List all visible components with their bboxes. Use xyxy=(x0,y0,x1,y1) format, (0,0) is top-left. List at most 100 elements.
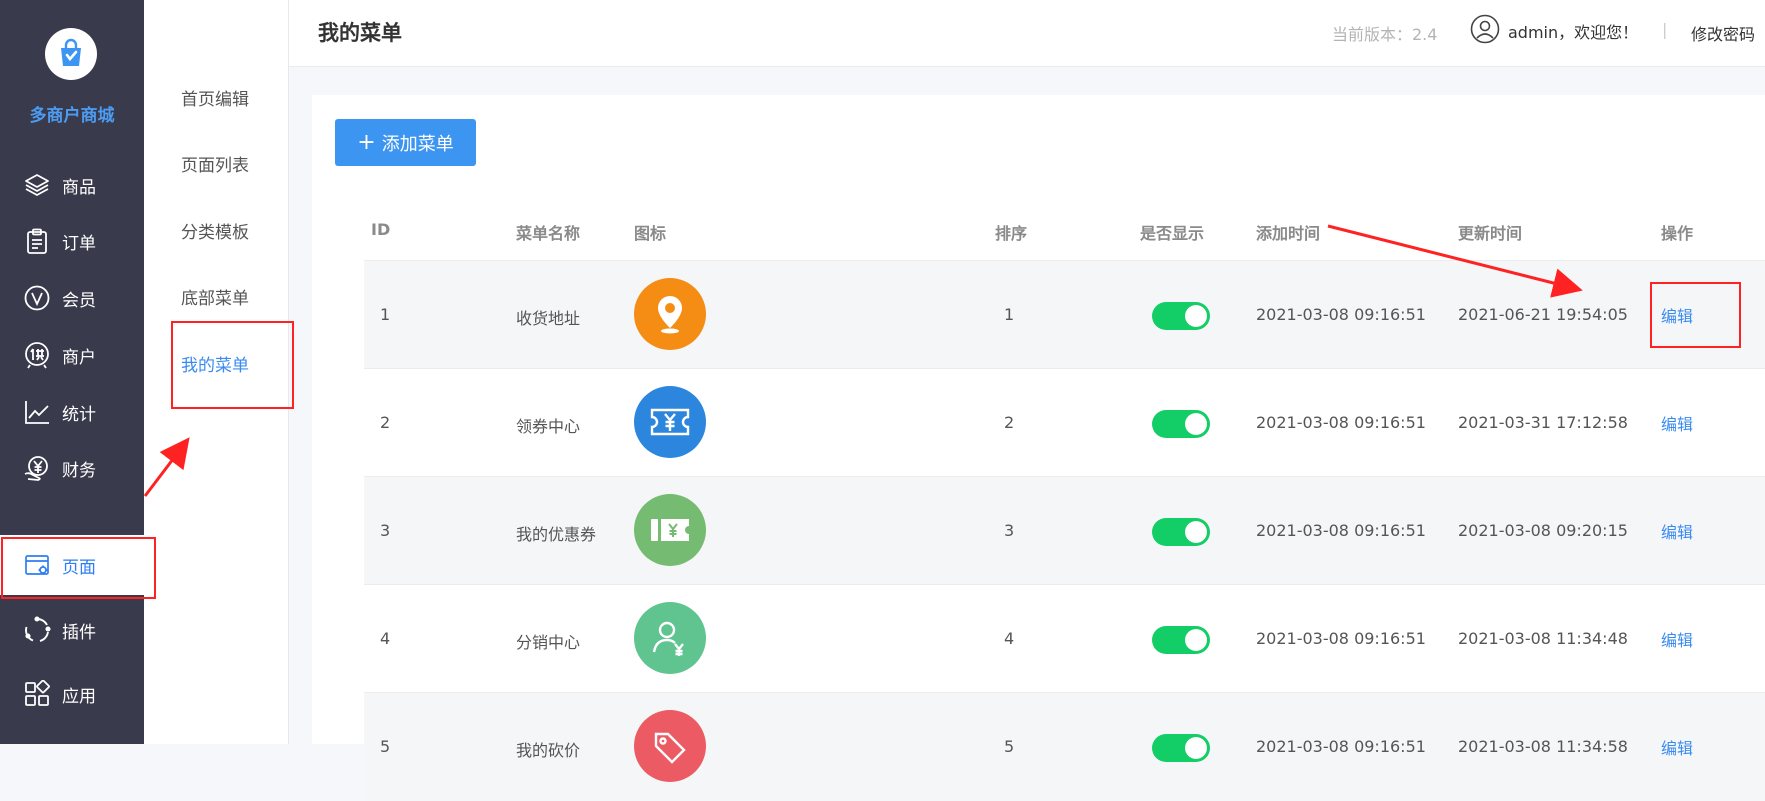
column-header-created: 添加时间 xyxy=(1256,224,1321,243)
page-title: 我的菜单 xyxy=(318,21,402,45)
change-password-link[interactable]: 修改密码 xyxy=(1691,21,1755,45)
column-header-sort: 排序 xyxy=(995,224,1028,243)
cell-updated: 2021-03-08 11:34:58 xyxy=(1458,737,1628,756)
nav-item-label: 统计 xyxy=(62,404,96,425)
nav-item-plugins[interactable]: 插件 xyxy=(0,600,144,660)
subnav-item-category-template[interactable]: 分类模板 xyxy=(181,218,249,243)
toggle-knob xyxy=(1185,737,1207,759)
annotation-box-edit xyxy=(1650,282,1741,348)
visibility-toggle[interactable] xyxy=(1152,410,1210,438)
line-chart-icon xyxy=(22,397,52,427)
user-name: admin，欢迎您！ xyxy=(1508,23,1639,42)
cell-sort: 5 xyxy=(1004,737,1015,756)
cell-created: 2021-03-08 09:16:51 xyxy=(1256,305,1426,324)
table-row: 2 领券中心 2 2021-03-08 09:16:51 2021-03-31 … xyxy=(364,368,1765,477)
nav-item-label: 商户 xyxy=(62,347,96,368)
yen-ticket-icon xyxy=(634,386,706,458)
user-avatar-icon xyxy=(1470,14,1500,48)
yen-hand-icon xyxy=(22,453,52,483)
visibility-toggle[interactable] xyxy=(1152,302,1210,330)
subnav-item-page-list[interactable]: 页面列表 xyxy=(181,151,249,176)
nav-item-label: 应用 xyxy=(62,686,96,707)
annotation-box-my-menu xyxy=(171,321,294,409)
cell-sort: 2 xyxy=(1004,413,1015,432)
nav-item-members[interactable]: 会员 xyxy=(0,268,144,328)
visibility-toggle[interactable] xyxy=(1152,626,1210,654)
main-sidebar: 多商户商城 商品 订单 会员 商户 统计 财务 页面 插件 应用 xyxy=(0,0,144,744)
cell-id: 4 xyxy=(380,629,391,648)
plugin-icon xyxy=(22,615,52,645)
member-v-icon xyxy=(22,283,52,313)
table-row: 5 我的砍价 5 2021-03-08 09:16:51 2021-03-08 … xyxy=(364,692,1765,801)
nav-item-merchants[interactable]: 商户 xyxy=(0,325,144,385)
header-separator: | xyxy=(1662,20,1668,39)
column-header-name: 菜单名称 xyxy=(516,224,581,243)
subnav-item-home-edit[interactable]: 首页编辑 xyxy=(181,85,249,110)
nav-item-goods[interactable]: 商品 xyxy=(0,155,144,215)
toggle-knob xyxy=(1185,629,1207,651)
cell-name: 分销中心 xyxy=(516,633,581,652)
cell-name: 我的砍价 xyxy=(516,741,581,760)
subnav-item-bottom-menu[interactable]: 底部菜单 xyxy=(181,284,249,309)
cell-updated: 2021-03-08 09:20:15 xyxy=(1458,521,1628,540)
clipboard-icon xyxy=(22,226,52,256)
cell-id: 5 xyxy=(380,737,391,756)
layers-icon xyxy=(22,170,52,200)
edit-link[interactable]: 编辑 xyxy=(1661,411,1693,435)
nav-item-stats[interactable]: 统计 xyxy=(0,382,144,442)
brand-name: 多商户商城 xyxy=(29,106,115,126)
add-menu-label: 添加菜单 xyxy=(381,133,454,155)
visibility-toggle[interactable] xyxy=(1152,518,1210,546)
nav-item-apps[interactable]: 应用 xyxy=(0,664,144,724)
user-greeting[interactable]: admin，欢迎您！ xyxy=(1470,14,1638,48)
location-pin-icon xyxy=(634,278,706,350)
toggle-knob xyxy=(1185,413,1207,435)
column-header-id: ID xyxy=(371,220,391,239)
nav-item-label: 商品 xyxy=(62,177,96,198)
column-header-icon: 图标 xyxy=(634,224,667,243)
toggle-knob xyxy=(1185,521,1207,543)
cell-updated: 2021-06-21 19:54:05 xyxy=(1458,305,1628,324)
cell-created: 2021-03-08 09:16:51 xyxy=(1256,413,1426,432)
visibility-toggle[interactable] xyxy=(1152,734,1210,762)
cell-sort: 1 xyxy=(1004,305,1015,324)
edit-link[interactable]: 编辑 xyxy=(1661,519,1693,543)
column-header-visible: 是否显示 xyxy=(1140,224,1205,243)
nav-item-label: 会员 xyxy=(62,290,96,311)
cell-name: 领券中心 xyxy=(516,417,581,436)
cell-id: 2 xyxy=(380,413,391,432)
cell-name: 我的优惠券 xyxy=(516,525,597,544)
coupon-icon xyxy=(634,494,706,566)
supplier-icon xyxy=(22,340,52,370)
cell-sort: 4 xyxy=(1004,629,1015,648)
nav-item-orders[interactable]: 订单 xyxy=(0,211,144,271)
cell-id: 3 xyxy=(380,521,391,540)
apps-icon xyxy=(22,679,52,709)
cell-created: 2021-03-08 09:16:51 xyxy=(1256,737,1426,756)
price-tag-icon xyxy=(634,710,706,782)
top-header: 我的菜单 当前版本：2.4 admin，欢迎您！ | 修改密码 xyxy=(289,0,1765,67)
table-row: 4 分销中心 4 2021-03-08 09:16:51 2021-03-08 … xyxy=(364,584,1765,693)
nav-item-label: 订单 xyxy=(62,233,96,254)
cell-name: 收货地址 xyxy=(516,309,581,328)
shop-logo-icon[interactable] xyxy=(45,28,97,80)
nav-item-finance[interactable]: 财务 xyxy=(0,438,144,498)
add-menu-button[interactable]: + 添加菜单 xyxy=(335,119,476,166)
nav-item-label: 财务 xyxy=(62,460,96,481)
column-header-action: 操作 xyxy=(1661,224,1694,243)
table-header: ID 菜单名称 图标 排序 是否显示 添加时间 更新时间 操作 xyxy=(364,200,1765,260)
version-label: 当前版本：2.4 xyxy=(1332,25,1438,44)
cell-sort: 3 xyxy=(1004,521,1015,540)
edit-link[interactable]: 编辑 xyxy=(1661,735,1693,759)
cell-created: 2021-03-08 09:16:51 xyxy=(1256,521,1426,540)
edit-link[interactable]: 编辑 xyxy=(1661,627,1693,651)
column-header-updated: 更新时间 xyxy=(1458,224,1523,243)
user-yen-icon xyxy=(634,602,706,674)
toggle-knob xyxy=(1185,305,1207,327)
cell-updated: 2021-03-31 17:12:58 xyxy=(1458,413,1628,432)
plus-icon: + xyxy=(357,129,376,155)
menu-list-card: + 添加菜单 ID 菜单名称 图标 排序 是否显示 添加时间 更新时间 操作 1… xyxy=(312,95,1765,801)
nav-item-label: 插件 xyxy=(62,622,96,643)
table-row: 1 收货地址 1 2021-03-08 09:16:51 2021-06-21 … xyxy=(364,260,1765,369)
table-row: 3 我的优惠券 3 2021-03-08 09:16:51 2021-03-08… xyxy=(364,476,1765,585)
